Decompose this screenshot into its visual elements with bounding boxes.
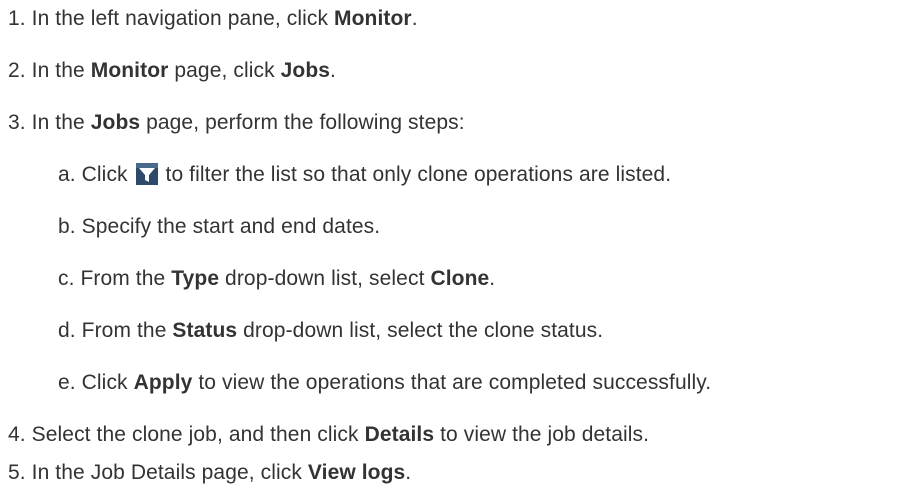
substep-text: From the — [81, 319, 173, 342]
substep-text: to view the operations that are complete… — [192, 371, 712, 394]
substep-text: From the — [80, 267, 172, 290]
step-bold: Jobs — [280, 59, 331, 82]
step-text: In the — [31, 111, 91, 134]
substep-bold: Status — [172, 319, 238, 342]
step-text: Select the clone job, and then click — [31, 423, 365, 446]
filter-icon[interactable] — [135, 163, 158, 185]
procedure-document: 1. In the left navigation pane, click Mo… — [0, 0, 922, 490]
step-bold: View logs — [307, 461, 406, 484]
substep-text: drop-down list, select the clone status. — [237, 319, 604, 342]
substep-bold: Type — [171, 267, 220, 290]
step-text: In the Job Details page, click — [31, 461, 308, 484]
substep-c: c. From the Type drop-down list, select … — [58, 265, 495, 293]
step-number: 1. — [8, 7, 26, 30]
step-text: . — [411, 7, 418, 30]
substep-bold: Clone — [430, 267, 490, 290]
substep-b: b. Specify the start and end dates. — [58, 213, 380, 241]
step-1: 1. In the left navigation pane, click Mo… — [8, 5, 418, 33]
substep-letter: b. — [58, 215, 76, 238]
step-number: 2. — [8, 59, 26, 82]
step-text: . — [330, 59, 336, 82]
substep-bold: Apply — [133, 371, 193, 394]
step-bold: Jobs — [90, 111, 141, 134]
step-text: page, click — [168, 59, 281, 82]
substep-text: Click — [81, 371, 134, 394]
substep-d: d. From the Status drop-down list, selec… — [58, 317, 603, 345]
substep-text: to filter the list so that only clone op… — [159, 163, 672, 186]
substep-letter: e. — [58, 371, 76, 394]
step-text: In the left navigation pane, click — [31, 7, 335, 30]
step-bold: Monitor — [90, 59, 169, 82]
step-text: In the — [31, 59, 91, 82]
substep-text: Specify the start and end dates. — [81, 215, 381, 238]
substep-text: Click — [81, 163, 134, 186]
step-3: 3. In the Jobs page, perform the followi… — [8, 109, 465, 137]
step-2: 2. In the Monitor page, click Jobs. — [8, 57, 336, 85]
substep-text: . — [489, 267, 496, 290]
step-text: page, perform the following steps: — [140, 111, 465, 134]
substep-a: a. Click to filter the list so that only… — [58, 161, 671, 189]
step-bold: Monitor — [334, 7, 412, 30]
substep-letter: a. — [58, 163, 76, 186]
step-text: . — [405, 461, 412, 484]
substep-letter: d. — [58, 319, 76, 342]
step-text: to view the job details. — [434, 423, 650, 446]
step-5: 5. In the Job Details page, click View l… — [8, 459, 411, 487]
step-number: 4. — [8, 423, 26, 446]
substep-letter: c. — [58, 267, 75, 290]
substep-text: drop-down list, select — [219, 267, 431, 290]
step-number: 5. — [8, 461, 26, 484]
substep-e: e. Click Apply to view the operations th… — [58, 369, 711, 397]
step-number: 3. — [8, 111, 26, 134]
step-4: 4. Select the clone job, and then click … — [8, 421, 649, 449]
step-bold: Details — [364, 423, 435, 446]
